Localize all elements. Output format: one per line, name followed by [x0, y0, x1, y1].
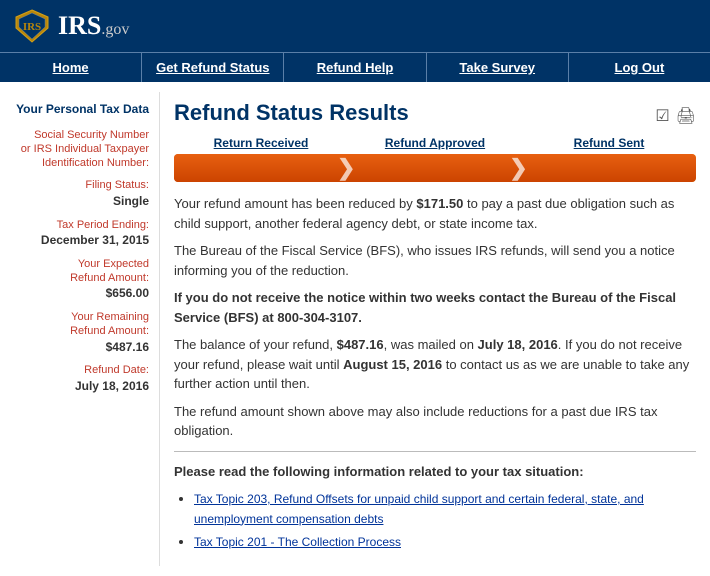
refund-date-label: Refund Date:	[14, 363, 149, 377]
ssn-label: Social Security Numberor IRS Individual …	[14, 128, 149, 171]
paragraph-2: The Bureau of the Fiscal Service (BFS), …	[174, 241, 696, 280]
tax-topic-201-link[interactable]: Tax Topic 201 - The Collection Process	[194, 535, 401, 549]
step-refund-sent[interactable]: Refund Sent	[522, 136, 696, 150]
nav-bar: Home Get Refund Status Refund Help Take …	[0, 52, 710, 82]
remaining-refund-value: $487.16	[14, 339, 149, 356]
divider	[174, 451, 696, 452]
svg-text:IRS: IRS	[23, 21, 41, 33]
progress-section: Return Received Refund Approved Refund S…	[174, 136, 696, 182]
sidebar: Your Personal Tax Data Social Security N…	[0, 92, 160, 566]
progress-labels: Return Received Refund Approved Refund S…	[174, 136, 696, 150]
paragraph-1: Your refund amount has been reduced by $…	[174, 194, 696, 233]
nav-home[interactable]: Home	[0, 53, 142, 82]
arrow-sep-1: ❯	[336, 154, 356, 182]
read-links-list: Tax Topic 203, Refund Offsets for unpaid…	[174, 489, 696, 552]
step-return-received[interactable]: Return Received	[174, 136, 348, 150]
list-item: Tax Topic 203, Refund Offsets for unpaid…	[194, 489, 696, 528]
tax-period-value: December 31, 2015	[14, 232, 149, 249]
checkbox-icon[interactable]: ☑	[655, 106, 669, 126]
paragraph-4: The balance of your refund, $487.16, was…	[174, 335, 696, 394]
read-section-title: Please read the following information re…	[174, 462, 696, 482]
tax-topic-203-link[interactable]: Tax Topic 203, Refund Offsets for unpaid…	[194, 492, 644, 526]
filing-status-label: Filing Status:	[14, 178, 149, 192]
content-body: Your refund amount has been reduced by $…	[174, 194, 696, 552]
nav-get-refund-status[interactable]: Get Refund Status	[142, 53, 284, 82]
nav-refund-help[interactable]: Refund Help	[284, 53, 426, 82]
list-item: Tax Topic 201 - The Collection Process	[194, 532, 696, 552]
print-icon[interactable]: 🖨	[676, 106, 696, 126]
content-header: Refund Status Results ☑ 🖨	[174, 100, 696, 126]
sidebar-section-title: Your Personal Tax Data	[14, 102, 149, 118]
header-icons: ☑ 🖨	[655, 106, 696, 126]
paragraph-5: The refund amount shown above may also i…	[174, 402, 696, 441]
nav-take-survey[interactable]: Take Survey	[427, 53, 569, 82]
arrow-sep-2: ❯	[509, 154, 529, 182]
tax-period-label: Tax Period Ending:	[14, 218, 149, 232]
main-content: Refund Status Results ☑ 🖨 Return Receive…	[160, 92, 710, 566]
paragraph-3: If you do not receive the notice within …	[174, 288, 696, 327]
progress-bar-fill	[174, 154, 696, 182]
site-header: IRS IRS.gov	[0, 0, 710, 52]
refund-date-value: July 18, 2016	[14, 378, 149, 395]
irs-logo-text: IRS.gov	[58, 11, 129, 41]
page-title: Refund Status Results	[174, 100, 409, 126]
progress-bar: ❯ ❯	[174, 154, 696, 182]
expected-refund-value: $656.00	[14, 285, 149, 302]
remaining-refund-label: Your RemainingRefund Amount:	[14, 310, 149, 339]
main-wrapper: Your Personal Tax Data Social Security N…	[0, 82, 710, 576]
irs-logo-icon: IRS	[14, 8, 50, 44]
filing-status-value: Single	[14, 193, 149, 210]
nav-log-out[interactable]: Log Out	[569, 53, 710, 82]
step-refund-approved[interactable]: Refund Approved	[348, 136, 522, 150]
expected-refund-label: Your ExpectedRefund Amount:	[14, 257, 149, 286]
